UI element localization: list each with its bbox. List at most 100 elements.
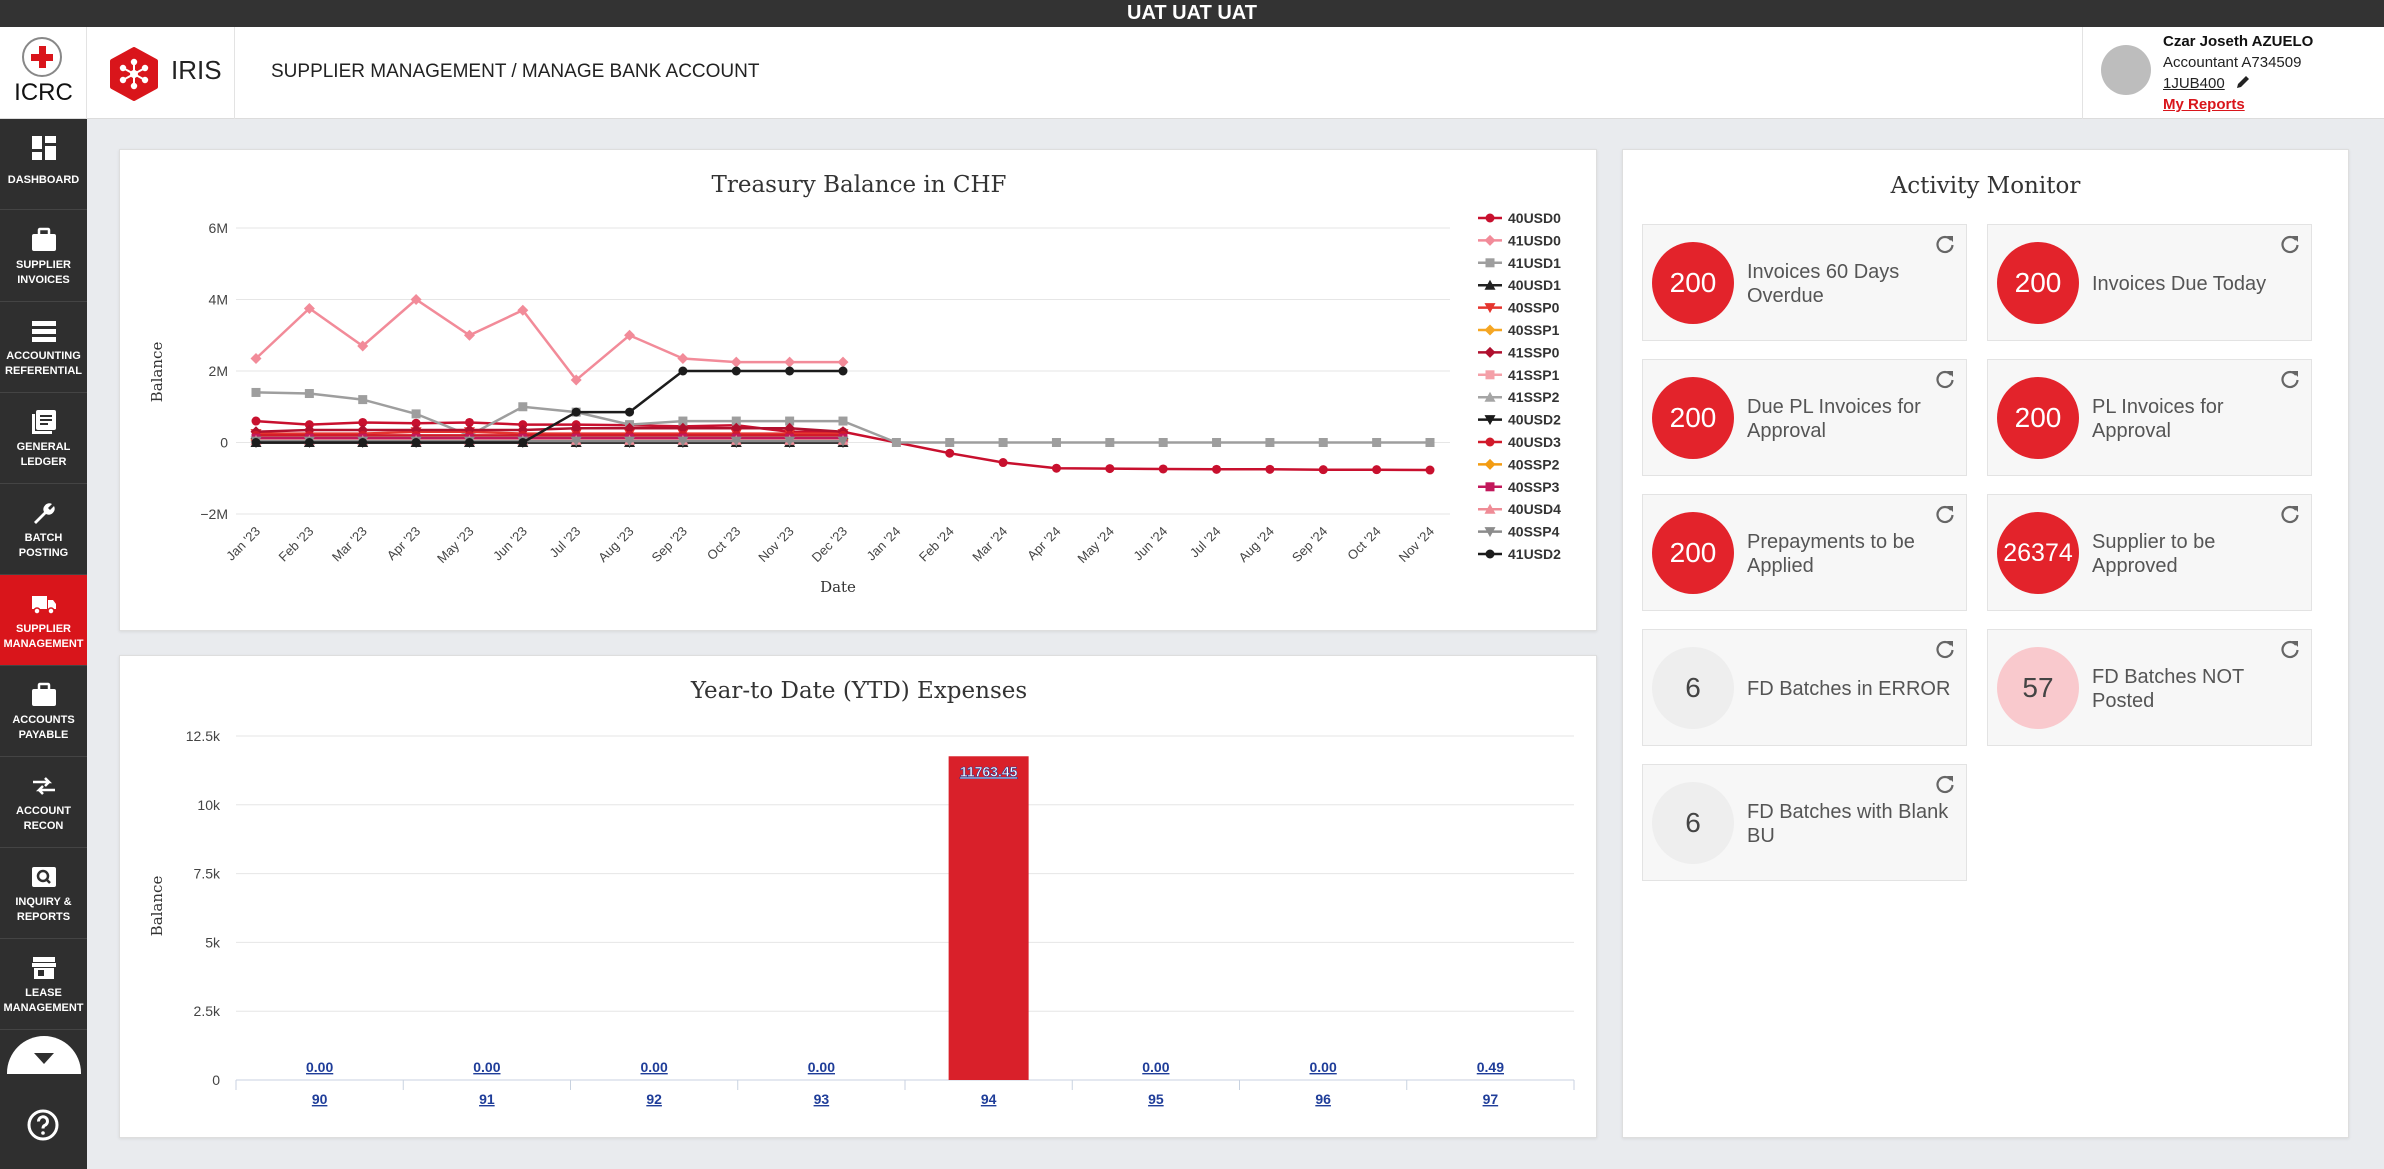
briefcase-icon — [32, 227, 56, 251]
refresh-icon[interactable] — [2279, 233, 2301, 255]
data-label[interactable]: 0.49 — [1477, 1059, 1504, 1075]
data-point — [251, 438, 261, 447]
sidebar-item-label: ACCOUNT RECON — [16, 805, 71, 832]
activity-card[interactable]: 6 FD Batches in ERROR — [1642, 629, 1967, 746]
activity-card[interactable]: 200 Prepayments to be Applied — [1642, 494, 1967, 611]
legend-item-40usd4[interactable]: 40USD4 — [1508, 501, 1561, 517]
legend-item-41usd1[interactable]: 41USD1 — [1508, 255, 1561, 271]
data-label[interactable]: 11763.45 — [960, 763, 1018, 780]
legend-item-40ssp2[interactable]: 40SSP2 — [1508, 456, 1560, 472]
avatar[interactable] — [2101, 45, 2151, 95]
sidebar-item-account-recon[interactable]: ACCOUNT RECON — [0, 757, 87, 848]
activity-card[interactable]: 57 FD Batches NOT Posted — [1987, 629, 2312, 746]
sidebar-item-batch-posting[interactable]: BATCH POSTING — [0, 484, 87, 575]
data-point — [304, 438, 314, 447]
x-tick-label[interactable]: 96 — [1315, 1091, 1331, 1107]
sidebar-item-dashboard[interactable]: DASHBOARD — [0, 119, 87, 210]
legend-item-40ssp0[interactable]: 40SSP0 — [1508, 300, 1560, 316]
activity-card[interactable]: 200 Invoices 60 Days Overdue — [1642, 224, 1967, 341]
activity-card[interactable]: 6 FD Batches with Blank BU — [1642, 764, 1967, 881]
data-label[interactable]: 0.00 — [1142, 1059, 1169, 1075]
legend-marker — [1485, 370, 1495, 380]
data-point — [998, 458, 1008, 468]
x-tick-label: Feb '24 — [916, 524, 957, 565]
activity-card[interactable]: 200 Due PL Invoices for Approval — [1642, 359, 1967, 476]
my-reports-link[interactable]: My Reports — [2163, 96, 2245, 113]
refresh-icon[interactable] — [2279, 638, 2301, 660]
data-point — [1105, 464, 1115, 474]
data-point — [1425, 438, 1435, 447]
x-tick-label[interactable]: 93 — [814, 1091, 830, 1107]
data-point — [731, 366, 741, 376]
legend-item-40usd2[interactable]: 40USD2 — [1508, 412, 1561, 428]
data-point — [1105, 438, 1115, 447]
data-point — [411, 409, 421, 419]
refresh-icon[interactable] — [1934, 503, 1956, 525]
x-tick-label: Nov '23 — [755, 524, 796, 565]
legend-item-40usd3[interactable]: 40USD3 — [1508, 434, 1561, 450]
legend-item-40ssp3[interactable]: 40SSP3 — [1508, 479, 1560, 495]
x-tick-label[interactable]: 92 — [646, 1091, 662, 1107]
data-label[interactable]: 0.00 — [473, 1059, 500, 1075]
activity-count: 6 — [1652, 782, 1734, 864]
x-tick-label: Oct '23 — [704, 524, 743, 563]
activity-card[interactable]: 200 Invoices Due Today — [1987, 224, 2312, 341]
sidebar-item-general-ledger[interactable]: GENERAL LEDGER — [0, 393, 87, 484]
refresh-icon[interactable] — [1934, 773, 1956, 795]
help-icon[interactable] — [27, 1109, 59, 1141]
legend-item-41usd0[interactable]: 41USD0 — [1508, 232, 1561, 248]
iris-logo[interactable]: IRIS — [87, 27, 235, 119]
x-tick-label[interactable]: 91 — [479, 1091, 495, 1107]
sidebar-item-supplier-management[interactable]: SUPPLIER MANAGEMENT — [0, 575, 87, 666]
bar-94[interactable] — [948, 756, 1029, 1080]
sidebar-item-label: ACCOUNTS PAYABLE — [12, 714, 75, 741]
x-tick-label[interactable]: 94 — [981, 1091, 997, 1107]
x-tick-label: Oct '24 — [1344, 524, 1383, 563]
refresh-icon[interactable] — [2279, 503, 2301, 525]
refresh-icon[interactable] — [2279, 368, 2301, 390]
legend-item-40ssp4[interactable]: 40SSP4 — [1508, 524, 1560, 540]
x-tick-label: Mar '23 — [329, 524, 370, 565]
x-tick-label: Nov '24 — [1396, 524, 1437, 565]
activity-card[interactable]: 200 PL Invoices for Approval — [1987, 359, 2312, 476]
data-label[interactable]: 0.00 — [306, 1059, 333, 1075]
data-point — [785, 366, 795, 376]
legend-item-40usd1[interactable]: 40USD1 — [1508, 277, 1561, 293]
sidebar-item-accounts-payable[interactable]: ACCOUNTS PAYABLE — [0, 666, 87, 757]
data-point — [945, 438, 955, 447]
sidebar-item-supplier-invoices[interactable]: SUPPLIER INVOICES — [0, 211, 87, 302]
legend-item-40ssp1[interactable]: 40SSP1 — [1508, 322, 1560, 338]
legend-marker — [1485, 549, 1495, 559]
pencil-icon[interactable] — [2235, 74, 2251, 90]
x-tick-label: Jul '23 — [546, 524, 583, 561]
sidebar-item-lease-management[interactable]: LEASE MANAGEMENT — [0, 939, 87, 1030]
data-point — [1212, 464, 1222, 474]
activity-count: 200 — [1652, 512, 1734, 594]
legend-item-41ssp1[interactable]: 41SSP1 — [1508, 367, 1560, 383]
data-point — [1051, 463, 1061, 473]
data-point — [1425, 465, 1435, 475]
refresh-icon[interactable] — [1934, 233, 1956, 255]
legend-item-41usd2[interactable]: 41USD2 — [1508, 546, 1561, 562]
activity-monitor-title: Activity Monitor — [1890, 173, 2081, 199]
refresh-icon[interactable] — [1934, 638, 1956, 660]
refresh-icon[interactable] — [1934, 368, 1956, 390]
legend-item-41ssp2[interactable]: 41SSP2 — [1508, 389, 1560, 405]
x-tick-label[interactable]: 95 — [1148, 1091, 1164, 1107]
icrc-logo[interactable]: ICRC — [0, 27, 87, 119]
sidebar-expand-button[interactable] — [7, 1036, 81, 1074]
activity-label: Due PL Invoices for Approval — [1747, 395, 1921, 442]
activity-card[interactable]: 26374 Supplier to be Approved — [1987, 494, 2312, 611]
legend-item-40usd0[interactable]: 40USD0 — [1508, 210, 1561, 226]
treasury-balance-panel: Treasury Balance in CHF Balance Date 6M 4… — [119, 149, 1597, 631]
data-label[interactable]: 0.00 — [1310, 1059, 1337, 1075]
x-tick-label: May '24 — [1074, 524, 1117, 567]
x-tick-label[interactable]: 90 — [312, 1091, 328, 1107]
data-label[interactable]: 0.00 — [641, 1059, 668, 1075]
sidebar-item-inquiry-reports[interactable]: INQUIRY & REPORTS — [0, 848, 87, 939]
legend-item-41ssp0[interactable]: 41SSP0 — [1508, 344, 1560, 360]
x-tick-label[interactable]: 97 — [1483, 1091, 1499, 1107]
business-unit-link[interactable]: 1JUB400 — [2163, 75, 2225, 92]
sidebar-item-accounting-referential[interactable]: ACCOUNTING REFERENTIAL — [0, 302, 87, 393]
data-label[interactable]: 0.00 — [808, 1059, 835, 1075]
